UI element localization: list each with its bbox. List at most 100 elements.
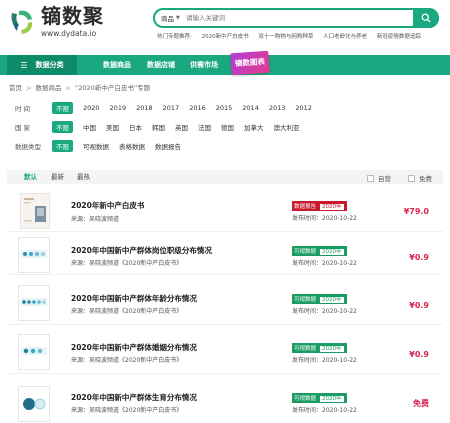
filter-chip[interactable]: 澳大利亚: [274, 122, 300, 132]
item-source: 来源：吴晓波频道《2020新中产白皮书》: [71, 308, 183, 315]
item-type-badge: 可视数据 2020年: [292, 343, 347, 353]
filter-chip[interactable]: 不限: [52, 121, 73, 133]
filter-chip[interactable]: 法国: [198, 122, 211, 132]
item-year: 2020年: [319, 203, 345, 211]
list-item[interactable]: 2020年新中产白皮书 来源：吴晓波频道 数据报告 2020年 发布时间：2020…: [7, 190, 443, 232]
search-bar: 商品 ▼: [153, 8, 439, 28]
nav-item-data-stores[interactable]: 数据店铺: [147, 55, 175, 75]
item-type-label: 可视数据: [294, 396, 317, 402]
item-type-label: 可视数据: [294, 249, 317, 255]
self-op-checkbox[interactable]: 自营: [367, 173, 391, 183]
filter-country-label: 国家: [15, 124, 32, 132]
filter-chip[interactable]: 德国: [221, 122, 234, 132]
list-item[interactable]: 2020年中国新中产群体年龄分布情况 来源：吴晓波频道《2020新中产白皮书》 …: [7, 283, 443, 325]
item-type-label: 数据报告: [294, 204, 317, 210]
item-title[interactable]: 2020年中国新中产群体年龄分布情况: [71, 293, 197, 304]
nav-item-supply-market[interactable]: 供需市场: [190, 55, 218, 75]
filter-chip[interactable]: 2016: [189, 104, 206, 112]
filter-chip[interactable]: 中国: [83, 122, 96, 132]
filter-chip[interactable]: 美国: [106, 122, 119, 132]
filter-type: 数据类型 不限 可视数据 表格数据 数据报告: [15, 140, 191, 152]
filter-chip[interactable]: 表格数据: [119, 141, 145, 151]
list-item[interactable]: 2020年中国新中产群体生育分布情况 来源：吴晓波频道《2020新中产白皮书》 …: [7, 380, 443, 422]
brand-url: www.dydata.io: [41, 29, 97, 38]
item-title[interactable]: 2020年新中产白皮书: [71, 200, 144, 211]
filter-chip[interactable]: 数据报告: [155, 141, 181, 151]
chart-thumbnail[interactable]: [18, 334, 50, 370]
item-date: 发布时间：2020-10-22: [292, 215, 357, 222]
self-op-label: 自营: [378, 175, 391, 183]
item-price: 免费: [413, 399, 429, 408]
list-item[interactable]: 2020年中国新中产群体婚姻分布情况 来源：吴晓波频道《2020新中产白皮书》 …: [7, 332, 443, 374]
filter-type-label: 数据类型: [15, 143, 41, 151]
item-title[interactable]: 2020年中国新中产群体生育分布情况: [71, 392, 197, 403]
free-checkbox[interactable]: 免费: [408, 173, 432, 183]
filter-chip[interactable]: 加拿大: [244, 122, 264, 132]
filter-chip[interactable]: 日本: [129, 122, 142, 132]
filter-chip[interactable]: 2012: [295, 104, 312, 112]
hot-topics: 热门专题推荐: 2020新中产白皮书 双十一购物与网购种草 人口老龄化与养老 新…: [157, 32, 429, 40]
chart-thumbnail-image: [23, 398, 46, 410]
search-category-select[interactable]: 商品 ▼: [155, 13, 186, 23]
breadcrumb-products[interactable]: 数据商品: [35, 84, 61, 92]
item-type-label: 可视数据: [294, 346, 317, 352]
report-cover-thumbnail[interactable]: [20, 193, 50, 229]
filter-chip[interactable]: 2020: [83, 104, 100, 112]
item-type-badge: 数据报告 2020年: [292, 201, 347, 211]
filter-chip[interactable]: 2014: [242, 104, 259, 112]
logo[interactable]: 镝数聚 www.dydata.io: [7, 5, 104, 38]
filter-chip[interactable]: 2013: [269, 104, 286, 112]
menu-icon: ☰: [20, 60, 28, 70]
filter-chip[interactable]: 不限: [52, 140, 73, 152]
item-type-badge: 可视数据 2020年: [292, 294, 347, 304]
filter-chip[interactable]: 2017: [163, 104, 180, 112]
hot-topics-label: 热门专题推荐:: [157, 34, 192, 40]
sort-default[interactable]: 默认: [24, 170, 37, 184]
sort-hottest[interactable]: 最热: [77, 170, 90, 184]
item-type-label: 可视数据: [294, 297, 317, 303]
chart-thumbnail[interactable]: [18, 386, 50, 422]
chart-thumbnail[interactable]: [18, 237, 50, 273]
item-source: 来源：吴晓波频道《2020新中产白皮书》: [71, 357, 183, 364]
search-icon: [421, 13, 431, 23]
hot-topic-link[interactable]: 人口老龄化与养老: [323, 34, 367, 40]
data-category-menu[interactable]: ☰ 数据分类: [7, 55, 77, 75]
nav-item-data-products[interactable]: 数据商品: [103, 55, 131, 75]
filter-chip[interactable]: 不限: [52, 102, 73, 114]
data-category-label: 数据分类: [35, 61, 64, 69]
filter-chip[interactable]: 英国: [175, 122, 188, 132]
filter-chip[interactable]: 2018: [136, 104, 153, 112]
hot-topic-link[interactable]: 2020新中产白皮书: [202, 34, 249, 40]
item-price: ¥0.9: [409, 301, 429, 310]
filter-chip[interactable]: 韩国: [152, 122, 165, 132]
chart-thumbnail-image: [21, 298, 47, 306]
hot-topic-link[interactable]: 双十一购物与网购种草: [258, 34, 313, 40]
main-nav: ☰ 数据分类 数据商品 数据店铺 供需市场: [0, 55, 450, 75]
breadcrumb: 首页 > 数据商品 > “2020新中产白皮书”专题: [9, 84, 151, 92]
item-title[interactable]: 2020年中国新中产群体岗位职级分布情况: [71, 245, 212, 256]
item-type-badge: 可视数据 2020年: [292, 246, 347, 256]
filter-chip[interactable]: 2015: [216, 104, 233, 112]
chart-thumbnail[interactable]: [18, 285, 50, 321]
search-input[interactable]: [186, 14, 396, 22]
item-title[interactable]: 2020年中国新中产群体婚姻分布情况: [71, 342, 197, 353]
hot-topic-link[interactable]: 新冠疫情数据追踪: [377, 34, 421, 40]
item-price: ¥0.9: [409, 350, 429, 359]
free-label: 免费: [419, 175, 432, 183]
sort-newest[interactable]: 最新: [51, 170, 64, 184]
header: 镝数聚 www.dydata.io 商品 ▼ 热门专题推荐: 2020新中产白皮…: [0, 0, 450, 52]
item-price: ¥79.0: [403, 207, 429, 216]
item-date: 发布时间：2020-10-22: [292, 407, 357, 414]
item-date: 发布时间：2020-10-22: [292, 260, 357, 267]
chevron-down-icon: ▼: [176, 15, 180, 21]
breadcrumb-current: “2020新中产白皮书”专题: [74, 84, 151, 92]
filter-chip[interactable]: 2019: [110, 104, 127, 112]
list-item[interactable]: 2020年中国新中产群体岗位职级分布情况 来源：吴晓波频道《2020新中产白皮书…: [7, 233, 443, 275]
item-source: 来源：吴晓波频道《2020新中产白皮书》: [71, 260, 183, 267]
search-button[interactable]: [413, 8, 439, 28]
breadcrumb-home[interactable]: 首页: [9, 84, 22, 92]
filter-chip[interactable]: 可视数据: [83, 141, 109, 151]
nav-item-charts-badge[interactable]: 镝数图表: [230, 50, 270, 76]
search-category-label: 商品: [161, 15, 174, 23]
checkbox-icon: [367, 174, 374, 182]
